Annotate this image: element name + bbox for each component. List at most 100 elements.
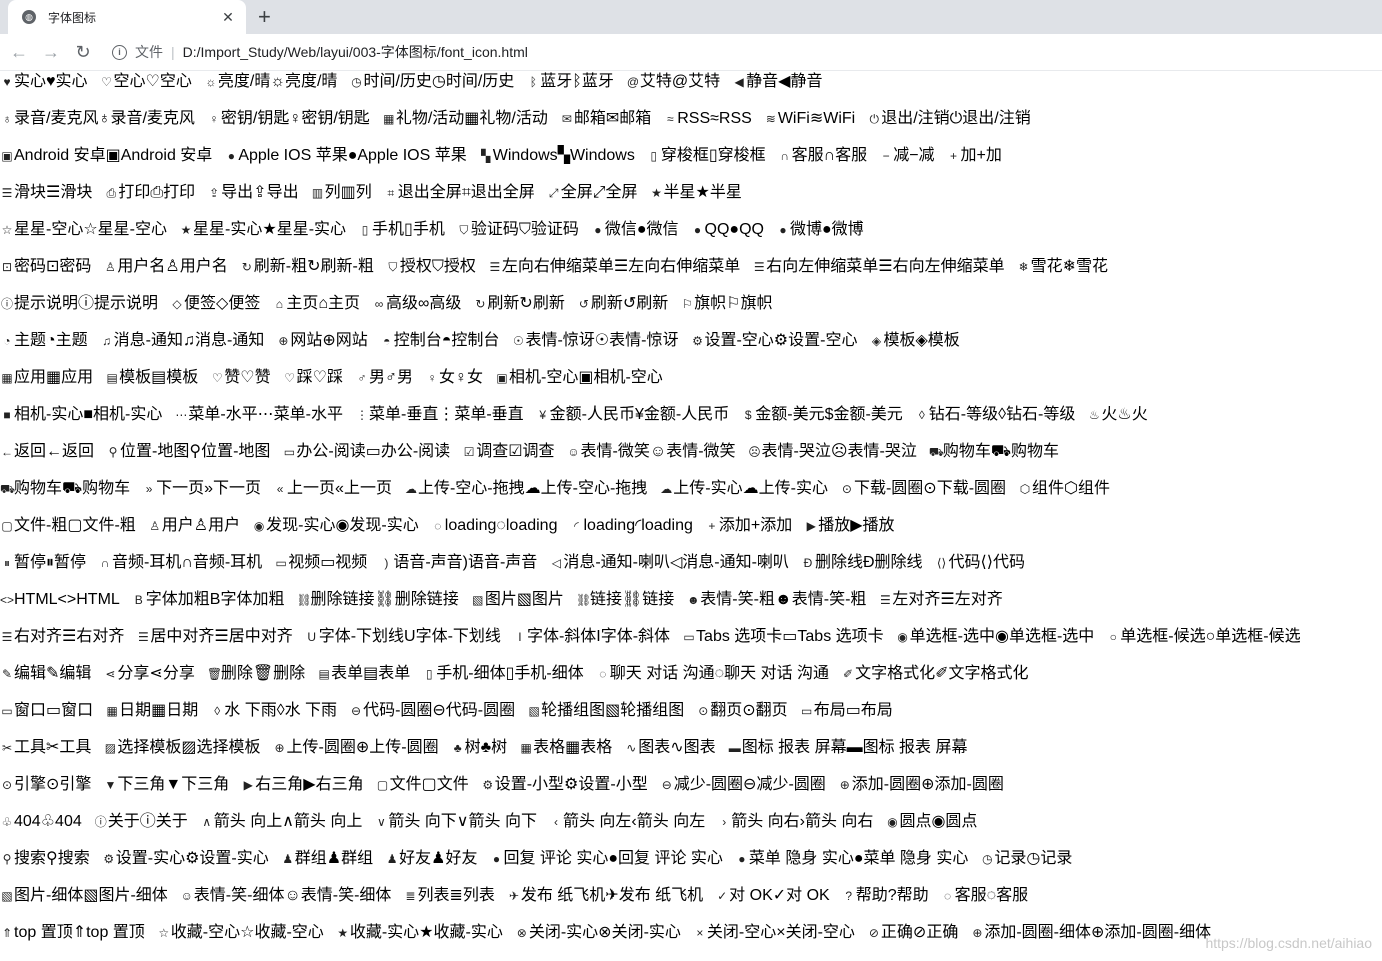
icon-label: 设置-实心⚙设置-实心 — [115, 850, 269, 867]
icon-label: 空心♡空心 — [113, 73, 192, 90]
icon-entry: ◉ 圆点◉圆点 — [885, 811, 977, 833]
icon-label: 上传-实心☁上传-实心 — [673, 480, 828, 497]
face-smile-icon: ☺ — [567, 445, 580, 459]
icon-entry: ☼亮度/晴☼亮度/晴 — [204, 71, 337, 93]
icon-entry: ◉ 发现-实心◉发现-实心 — [252, 515, 419, 537]
fonts-i-icon: I — [518, 630, 522, 644]
spread-left-icon: ☰ — [489, 260, 501, 274]
icon-label: 发现-实心◉发现-实心 — [266, 517, 419, 534]
icon-label: 关闭-实心⊗关闭-实心 — [528, 924, 681, 941]
icon-label: 音频-耳机∩音频-耳机 — [112, 554, 263, 571]
icon-entry: ● QQ●QQ — [691, 219, 764, 241]
icon-label: 减−减 — [893, 147, 935, 164]
log-icon: ◷ — [982, 852, 993, 866]
icon-label: 刷新-粗↻刷新-粗 — [253, 258, 374, 275]
circle-icon: ○ — [1109, 630, 1117, 644]
icon-label: 404♧404 — [14, 813, 82, 830]
mic-icon: ♁ — [2, 112, 12, 126]
util-icon: ✂ — [1, 741, 13, 755]
icon-entry: ⊙ 下载-圆圈⊙下载-圆圈 — [840, 478, 1006, 500]
icon-label: 添加-圆圈⊕添加-圆圈 — [851, 776, 1004, 793]
icon-entry: ▧图片-细体▧图片-细体 — [0, 885, 167, 907]
icon-label: 语音-声音)语音-声音 — [393, 554, 538, 571]
icon-entry: ∿ 图表∿图表 — [624, 737, 715, 759]
icon-label: 链接⛓链接 — [589, 591, 675, 608]
weibo-icon: ● — [779, 223, 787, 237]
plus-icon: + — [950, 149, 958, 163]
icon-label: 添加+添加 — [718, 517, 793, 534]
icon-row: ⊙ 引擎⊙引擎 ▼下三角▼下三角 ▶ 右三角▶右三角 ▢文件▢文件 ⚙ 设置-小型⚙设置-小型… — [0, 774, 1382, 811]
address-bar[interactable]: i 文件 | D:/Import_Study/Web/layui/003-字体图… — [112, 38, 1112, 66]
back-button[interactable]: ← — [6, 42, 32, 63]
icon-label: 刷新↻刷新 — [487, 295, 565, 312]
forward-button[interactable]: → — [38, 42, 64, 63]
icon-label: 分享⋖分享 — [117, 665, 195, 682]
icon-entry: ◌ 聊天 对话 沟通◌聊天 对话 沟通 — [596, 663, 829, 685]
tree-icon: ♣ — [453, 741, 462, 755]
reload-button[interactable]: ↻ — [70, 42, 96, 63]
icon-entry: ☰ 右向左伸缩菜单☰右向左伸缩菜单 — [752, 256, 1005, 278]
icon-entry: ✓ 对 OK✓对 OK — [715, 885, 830, 907]
icon-label: 记录◷记录 — [994, 850, 1073, 867]
icon-entry: ≋ WiFi≋WiFi — [764, 108, 855, 130]
icon-entry: ≣ 列表≣列表 — [403, 885, 494, 907]
icon-entry: ◈ 模板◈模板 — [869, 330, 960, 352]
icon-entry: ☺表情-微笑☺表情-微笑 — [567, 441, 735, 463]
mail-icon: ✉ — [561, 112, 572, 126]
loading-icon: ◌ — [434, 519, 442, 533]
tread-icon: ♡ — [284, 371, 295, 385]
url-text[interactable]: D:/Import_Study/Web/layui/003-字体图标/font_… — [183, 42, 528, 62]
icon-entry: ▭Tabs 选项卡▭Tabs 选项卡 — [682, 626, 883, 648]
icon-entry: ♧ 404♧404 — [0, 811, 82, 833]
face-cry-icon: ☹ — [748, 445, 761, 459]
icon-label: 旗帜⚐旗帜 — [694, 295, 773, 312]
user-icon: ♙ — [105, 260, 116, 274]
read-icon: ▭ — [283, 445, 296, 459]
browser-toolbar: ← → ↻ i 文件 | D:/Import_Study/Web/layui/0… — [0, 34, 1382, 71]
set-icon: ⚙ — [692, 334, 703, 348]
icon-entry: ◌ 客服◌客服 — [941, 885, 1028, 907]
console-icon: ◓ — [383, 334, 391, 348]
icon-label: 购物车⛟购物车 — [14, 480, 131, 497]
icon-row: ⇑ top 置顶⇑top 置顶 ☆ 收藏-空心☆收藏-空心 ★ 收藏-实心★收藏-实心 ⊗ 关… — [0, 922, 1382, 959]
icon-entry: ⊡ 密码⊡密码 — [0, 256, 91, 278]
icon-label: 星星-空心☆星星-空心 — [14, 221, 168, 238]
icon-label: 图片▧图片 — [484, 591, 564, 608]
icon-row: ✂ 工具✂工具 ▨选择模板▨选择模板 ⊕ 上传-圆圈⊕上传-圆圈 ♣ 树♣树 ▦表格▦表格 ∿ 图… — [0, 737, 1382, 774]
info-icon[interactable]: i — [112, 44, 127, 60]
icon-entry: ⏸ 暂停⏸暂停 — [0, 552, 86, 574]
icon-label: 上传-空心-拖拽☁上传-空心-拖拽 — [417, 480, 648, 497]
tabs-icon: ▭ — [683, 630, 695, 644]
icon-label: 滑块☰滑块 — [14, 184, 93, 201]
upload-icon: ☁ — [660, 482, 673, 496]
icon-entry: ⓘ关于ⓘ关于 — [94, 811, 188, 833]
new-tab-button[interactable]: + — [258, 4, 271, 30]
headset-alt-icon: ∩ — [100, 556, 110, 570]
icon-entry: ⓘ提示说明ⓘ提示说明 — [0, 293, 158, 315]
icon-entry: ◷ 时间/历史◷时间/历史 — [349, 71, 514, 93]
icon-row: ▭窗口▭窗口 ▦日期▦日期 ◊ 水 下雨◊水 下雨 ⊖ 代码-圆圈⊖代码-圆圈 ▧轮播组图▧… — [0, 700, 1382, 737]
icon-label: 相机-空心▣相机-空心 — [509, 369, 663, 386]
icon-entry: ♙ 用户♙用户 — [148, 515, 240, 537]
icon-label: 右三角▶右三角 — [255, 776, 364, 793]
icon-entry: ⬡ 组件⬡组件 — [1018, 478, 1110, 500]
template-icon: ▤ — [106, 371, 118, 385]
icon-entry: ♣ 树♣树 — [451, 737, 507, 759]
prev-circle-icon: ⊙ — [698, 704, 709, 718]
down-icon: ∨ — [376, 815, 386, 829]
print-icon: ⎙ — [106, 186, 117, 200]
icon-label: 引擎⊙引擎 — [14, 776, 92, 793]
icon-label: 密钥/钥匙♀密钥/钥匙 — [220, 110, 370, 127]
icon-entry: ▯ 手机▯手机 — [358, 219, 445, 241]
app-icon: ▦ — [1, 371, 13, 385]
icon-label: 右对齐☰右对齐 — [14, 628, 125, 645]
icon-label: 网站⊕网站 — [290, 332, 368, 349]
browser-tab[interactable]: ◍ 字体图标 ✕ — [8, 0, 246, 34]
delete-icon: 🗑 — [206, 667, 223, 681]
close-tab-icon[interactable]: ✕ — [220, 9, 236, 26]
share-icon: ⋖ — [105, 667, 116, 681]
reply-fill-icon: ● — [492, 852, 501, 866]
icon-row: ☆ 星星-空心☆星星-空心 ★ 星星-实心★星星-实心 ▯ 手机▯手机 ⛉ 验证码⛉验证码 ● 微… — [0, 219, 1382, 256]
set-sm-icon: ⚙ — [482, 778, 494, 792]
icon-label: 加+加 — [960, 147, 1002, 164]
